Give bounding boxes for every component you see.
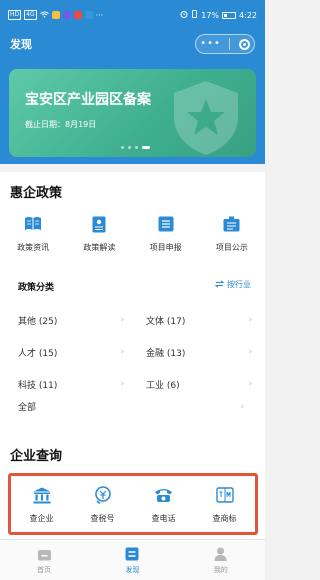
section-title-policy: 惠企政策	[10, 186, 63, 201]
page-title: 发现	[10, 38, 32, 51]
category-label: 文体 (17)	[146, 316, 186, 327]
tab-discover-label: 发现	[125, 565, 140, 574]
query-trademark-label: 查商标	[212, 514, 237, 523]
category-item-industry[interactable]: 工业 (6) ›	[138, 378, 258, 391]
hd-indicator: HD	[8, 10, 22, 20]
chevron-right-icon: ›	[120, 379, 124, 389]
category-label: 其他 (25)	[18, 316, 58, 327]
book-icon	[23, 214, 43, 234]
policy-section: 惠企政策 政策资讯 政策解读 项目申报 项目公示 政策分类 按行业 其他 (25…	[0, 172, 265, 437]
chevron-right-icon: ›	[248, 315, 252, 325]
banner-title: 宝安区产业园区备案	[25, 92, 151, 108]
policy-icon-grid: 政策资讯 政策解读 项目申报 项目公示	[0, 214, 265, 262]
query-company-label: 查企业	[29, 514, 54, 523]
trademark-icon	[215, 485, 235, 505]
miniprogram-capsule: •••	[195, 34, 255, 54]
policy-interpret-button[interactable]: 政策解读	[66, 214, 132, 262]
alarm-icon	[180, 10, 188, 20]
query-tax-button[interactable]: 查税号	[72, 476, 133, 532]
category-title: 政策分类	[18, 283, 55, 293]
bank-icon	[32, 485, 52, 505]
tab-home[interactable]: 首页	[0, 540, 88, 580]
query-highlight-box: 查企业 查税号 查电话 查商标	[8, 473, 258, 535]
category-label: 人才 (15)	[18, 348, 58, 359]
chevron-right-icon: ›	[248, 379, 252, 389]
tab-mine-label: 我的	[213, 565, 228, 574]
swap-icon	[214, 279, 225, 290]
category-label: 工业 (6)	[146, 380, 180, 391]
status-right: 17% 4:22	[180, 10, 257, 20]
banner-date: 截止日期：8月19日	[25, 120, 97, 129]
query-company-button[interactable]: 查企业	[11, 476, 72, 532]
chevron-right-icon: ›	[120, 315, 124, 325]
project-publicity-label: 项目公示	[215, 243, 248, 252]
switch-industry-label: 按行业	[227, 280, 251, 289]
project-apply-label: 项目申报	[149, 243, 182, 252]
nav-bar: 发现 •••	[0, 30, 265, 58]
category-row: 人才 (15) › 金融 (13) ›	[18, 336, 258, 368]
chevron-right-icon: ›	[248, 347, 252, 357]
list-icon	[156, 214, 176, 234]
more-notifications: ···	[95, 10, 104, 20]
category-item-tech[interactable]: 科技 (11) ›	[18, 378, 138, 391]
section-title-query: 企业查询	[10, 449, 63, 464]
status-left: HD 4G ···	[8, 10, 103, 20]
battery-percent: 17%	[201, 10, 220, 20]
app-notification-icon	[62, 11, 71, 19]
category-item-finance[interactable]: 金融 (13) ›	[138, 346, 258, 359]
category-row: 其他 (25) › 文体 (17) ›	[18, 304, 258, 336]
capsule-divider	[229, 38, 231, 50]
category-item-other[interactable]: 其他 (25) ›	[18, 314, 138, 327]
policy-news-label: 政策资讯	[17, 243, 50, 252]
tab-mine[interactable]: 我的	[177, 540, 265, 580]
battery-icon	[222, 11, 237, 19]
status-bar: HD 4G ··· 17% 4:22	[0, 0, 265, 30]
network-indicator: 4G	[24, 10, 37, 20]
clock: 4:22	[239, 10, 257, 20]
project-publicity-button[interactable]: 项目公示	[199, 214, 265, 262]
query-phone-label: 查电话	[151, 514, 176, 523]
carousel-dot	[135, 146, 138, 149]
user-icon	[213, 546, 229, 562]
project-apply-button[interactable]: 项目申报	[133, 214, 199, 262]
tax-icon	[93, 485, 113, 505]
document-icon	[89, 214, 109, 234]
policy-interpret-label: 政策解读	[83, 243, 116, 252]
target-circle-icon[interactable]	[238, 38, 250, 50]
carousel-indicator	[121, 146, 150, 149]
tab-home-label: 首页	[37, 565, 52, 574]
query-trademark-button[interactable]: 查商标	[194, 476, 255, 532]
switch-industry-button[interactable]: 按行业	[214, 279, 251, 290]
category-item-culture[interactable]: 文体 (17) ›	[138, 314, 258, 327]
query-tax-label: 查税号	[90, 514, 115, 523]
tab-discover[interactable]: 发现	[88, 540, 176, 580]
chevron-right-icon: ›	[240, 401, 244, 412]
discover-icon	[124, 546, 140, 562]
shield-star-icon	[174, 81, 238, 155]
banner-carousel[interactable]: 宝安区产业园区备案 截止日期：8月19日	[9, 69, 256, 157]
chevron-right-icon: ›	[120, 347, 124, 357]
category-label: 金融 (13)	[146, 348, 186, 359]
wifi-icon	[39, 11, 49, 20]
app-notification-icon	[73, 11, 82, 19]
carousel-dot	[128, 146, 131, 149]
vibrate-icon	[191, 10, 198, 20]
policy-news-button[interactable]: 政策资讯	[0, 214, 66, 262]
app-notification-icon	[84, 11, 93, 19]
carousel-dot-active	[142, 146, 150, 149]
category-item-all[interactable]: 全部 ›	[18, 400, 250, 414]
category-all-label: 全部	[18, 403, 37, 413]
carousel-dot	[121, 146, 124, 149]
board-icon	[222, 214, 242, 234]
bottom-tabbar: 首页 发现 我的	[0, 539, 265, 580]
more-dots-icon[interactable]: •••	[200, 39, 221, 49]
phone-icon	[154, 485, 174, 505]
home-icon	[36, 546, 52, 562]
query-phone-button[interactable]: 查电话	[133, 476, 194, 532]
category-grid: 其他 (25) › 文体 (17) › 人才 (15) › 金融 (13) › …	[18, 304, 258, 400]
app-notification-icon	[51, 11, 60, 19]
category-row: 科技 (11) › 工业 (6) ›	[18, 368, 258, 400]
category-label: 科技 (11)	[18, 380, 58, 391]
category-item-talent[interactable]: 人才 (15) ›	[18, 346, 138, 359]
